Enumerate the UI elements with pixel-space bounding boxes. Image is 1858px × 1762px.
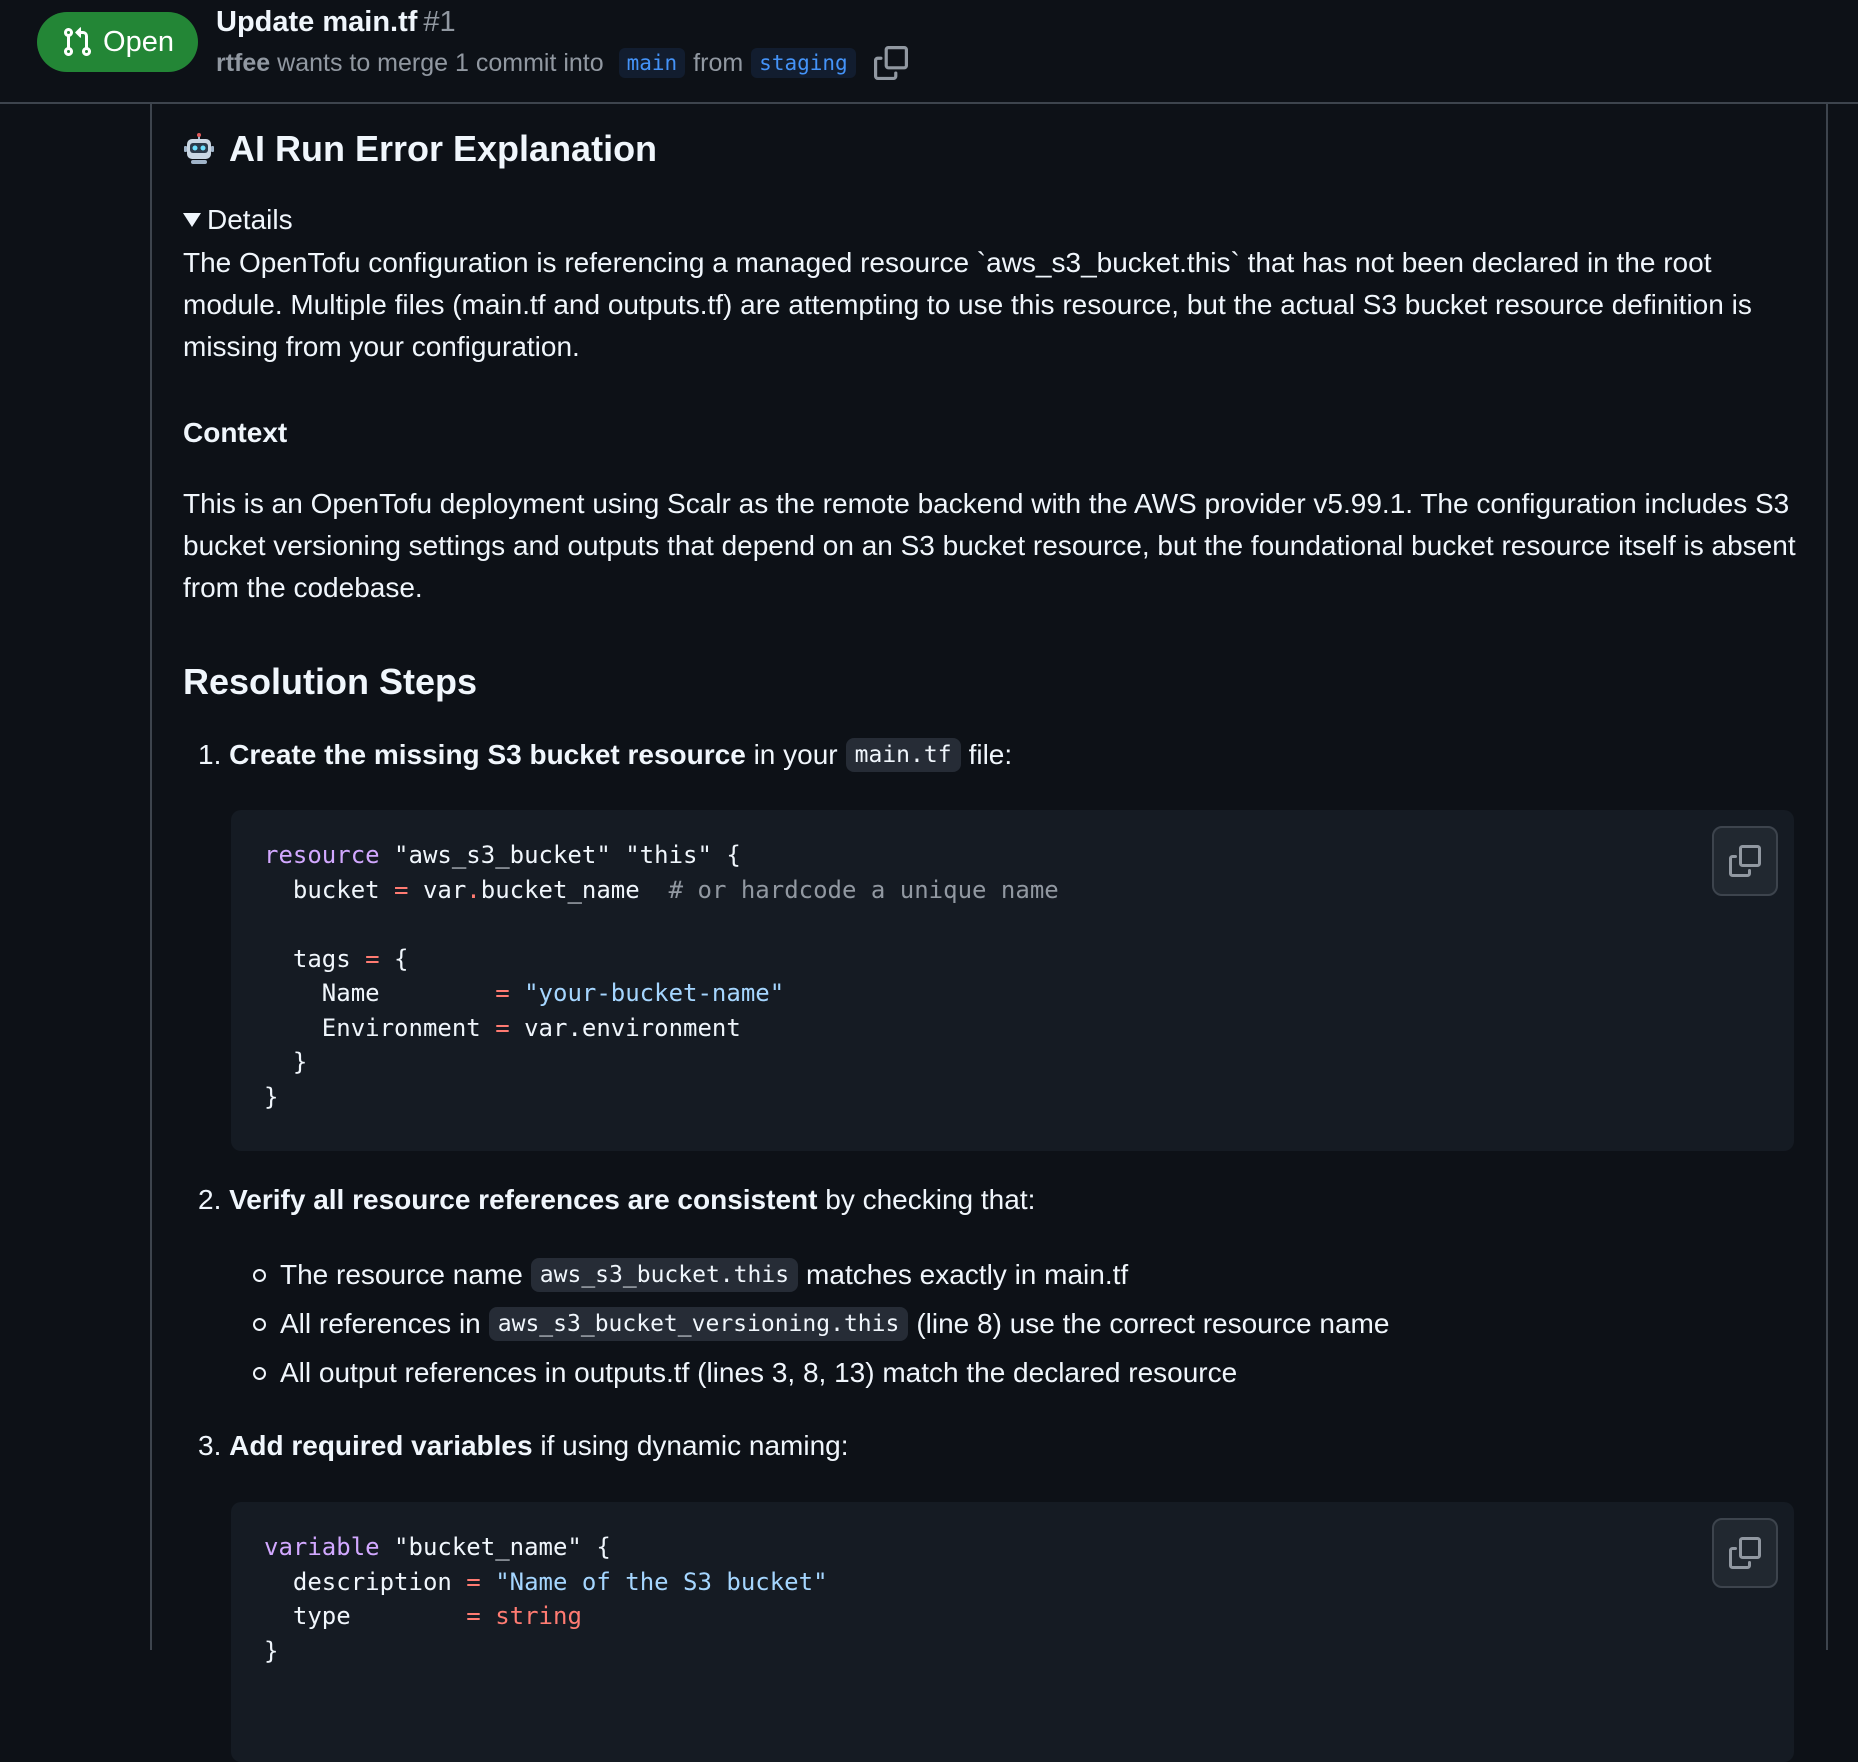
code-string: "your-bucket-name"	[509, 979, 785, 1007]
pr-number: #1	[423, 6, 456, 38]
copy-code-button[interactable]	[1712, 826, 1778, 896]
timeline-left-border	[150, 104, 152, 1650]
step-1-end: file:	[968, 739, 1013, 770]
code-token: var	[408, 875, 467, 904]
code-token: =	[466, 1567, 481, 1596]
code-block-variable: variable "bucket_name" { description = "…	[231, 1502, 1794, 1762]
code-token: {	[379, 944, 409, 973]
details-toggle[interactable]: Details	[183, 204, 293, 236]
code-token: }	[264, 1636, 279, 1665]
pr-meta: rtfee wants to merge 1 commit into main f…	[216, 46, 908, 80]
head-branch-link[interactable]: staging	[751, 48, 856, 78]
step-3-number: 3.	[198, 1430, 222, 1461]
step-1-bold: Create the missing S3 bucket resource	[229, 739, 746, 770]
intro-paragraph: The OpenTofu configuration is referencin…	[183, 247, 1752, 362]
list-item: The resource name aws_s3_bucket.this match…	[253, 1258, 1128, 1292]
code-token: }	[264, 1082, 279, 1111]
pr-from-text: from	[693, 48, 744, 77]
inline-code: aws_s3_bucket.this	[530, 1258, 799, 1292]
step-3-bold: Add required variables	[229, 1430, 533, 1461]
code-token: }	[264, 1048, 308, 1076]
pr-title-text: Update main.tf	[216, 6, 418, 38]
bullet-circle-icon	[253, 1366, 266, 1380]
code-token: Environment	[264, 1013, 496, 1042]
code-block-resource: resource "aws_s3_bucket" "this" { bucket…	[231, 810, 1794, 1151]
step-2-number: 2.	[198, 1184, 222, 1215]
pr-meta-text: wants to merge 1 commit into	[270, 48, 611, 77]
list-item: All references in aws_s3_bucket_versionin…	[253, 1307, 1389, 1341]
code-variable: variable "bucket_name" { description = "…	[231, 1502, 1794, 1696]
copy-icon	[1729, 1537, 1761, 1569]
list-item-text: All output references in outputs.tf (lin…	[280, 1357, 1238, 1388]
list-item-text: (line 8) use the correct resource name	[916, 1308, 1390, 1339]
pr-header: Open Update main.tf #1 rtfee wants to mer…	[0, 0, 1858, 104]
step-3: 3. Add required variables if using dynam…	[198, 1430, 849, 1462]
code-token: .	[466, 875, 481, 904]
copy-icon	[1729, 845, 1761, 877]
code-token: "aws_s3_bucket" "this" {	[379, 841, 741, 869]
inline-code: main.tf	[845, 738, 961, 772]
list-item-text: The resource name	[280, 1259, 523, 1290]
code-token: tags	[264, 944, 366, 973]
comment-heading-text: AI Run Error Explanation	[229, 128, 658, 169]
code-token: =	[394, 875, 409, 904]
pr-state-badge: Open	[37, 12, 198, 72]
step-1-mid: in your	[745, 739, 838, 770]
copy-code-button[interactable]	[1712, 1518, 1778, 1588]
pr-title: Update main.tf #1	[216, 6, 456, 39]
bullet-circle-icon	[253, 1268, 266, 1282]
triangle-down-icon	[183, 213, 201, 227]
code-token: bucket	[264, 875, 395, 904]
code-token: bucket_name	[480, 875, 669, 904]
step-3-rest: if using dynamic naming:	[532, 1430, 849, 1461]
code-token: var.environment	[509, 1013, 741, 1042]
code-resource: resource "aws_s3_bucket" "this" { bucket…	[231, 810, 1794, 1142]
bullet-circle-icon	[253, 1317, 266, 1331]
timeline-right-border	[1826, 104, 1828, 1650]
code-token: description	[264, 1567, 467, 1596]
code-token: Name	[264, 979, 496, 1007]
resolution-heading: Resolution Steps	[183, 661, 478, 702]
step-2-bold: Verify all resource references are consi…	[229, 1184, 818, 1215]
code-token: =	[495, 1013, 510, 1042]
pr-author-link[interactable]: rtfee	[216, 49, 270, 78]
context-heading: Context	[183, 417, 288, 448]
copy-branch-icon[interactable]	[873, 46, 908, 80]
list-item-text: matches exactly in main.tf	[806, 1259, 1129, 1290]
step-1: 1. Create the missing S3 bucket resource…	[198, 738, 1012, 772]
step-2: 2. Verify all resource references are co…	[198, 1184, 1035, 1216]
code-token: resource	[264, 841, 380, 869]
comment-heading: AI Run Error Explanation	[183, 128, 657, 170]
step-2-rest: by checking that:	[817, 1184, 1036, 1215]
robot-icon	[184, 133, 214, 164]
details-label: Details	[207, 204, 293, 235]
code-token: "bucket_name" {	[379, 1533, 611, 1561]
code-token: variable	[264, 1533, 380, 1561]
list-item: All output references in outputs.tf (lin…	[253, 1357, 1237, 1389]
list-item-text: All references in	[280, 1308, 481, 1339]
code-token: type	[264, 1602, 467, 1630]
base-branch-link[interactable]: main	[618, 48, 686, 78]
code-token: string	[480, 1602, 582, 1630]
git-pull-request-icon	[64, 27, 92, 57]
code-token: =	[495, 979, 510, 1007]
code-token: =	[466, 1602, 481, 1630]
code-comment: # or hardcode a unique name	[668, 875, 1059, 904]
inline-code: aws_s3_bucket_versioning.this	[488, 1307, 909, 1341]
context-paragraph: This is an OpenTofu deployment using Sca…	[183, 488, 1796, 603]
pr-state-label: Open	[103, 25, 174, 58]
code-token: =	[365, 944, 380, 973]
step-1-number: 1.	[198, 739, 222, 770]
code-string: "Name of the S3 bucket"	[480, 1567, 828, 1596]
